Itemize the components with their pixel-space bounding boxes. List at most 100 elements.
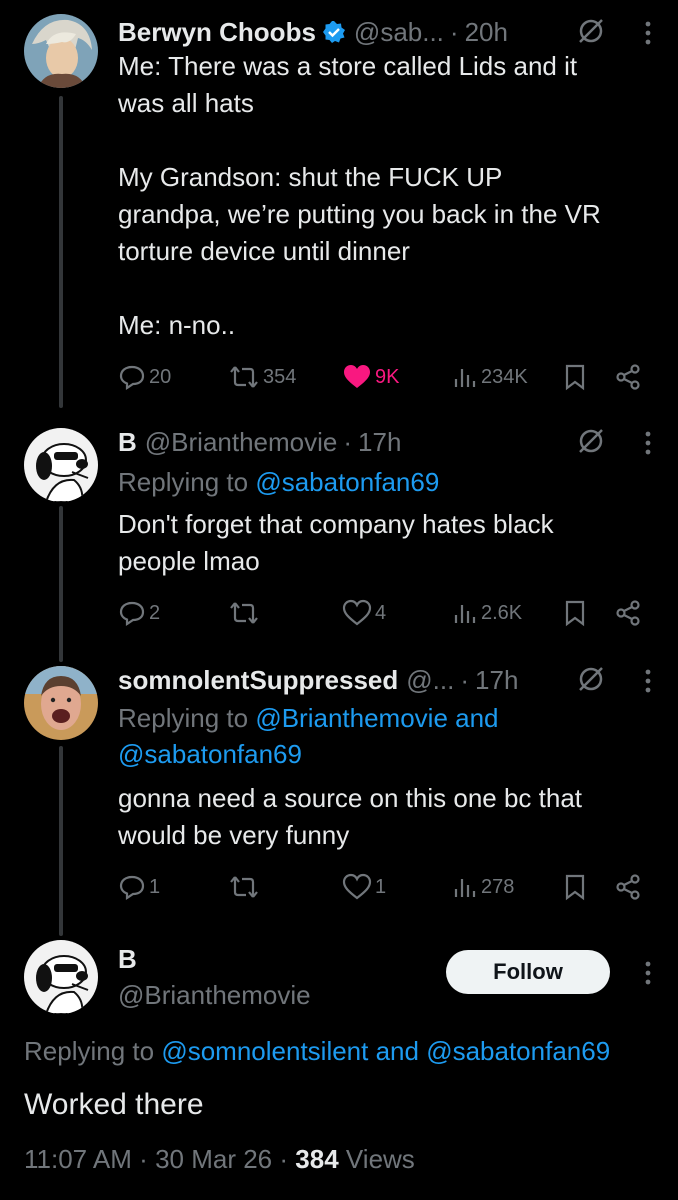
tweet-text: Me: There was a store called Lids and it… [118, 51, 601, 340]
verified-badge-icon [322, 20, 346, 44]
author-handle[interactable]: @Brianthemovie [145, 427, 338, 458]
mention-link[interactable]: @Brianthemovie and [255, 703, 498, 733]
like-count: 9K [375, 365, 400, 388]
heart-filled-icon [344, 365, 370, 388]
reply-icon [119, 601, 145, 627]
reply-button[interactable]: 1 [118, 873, 160, 901]
grok-icon[interactable] [576, 426, 606, 461]
bookmark-button[interactable] [564, 873, 586, 901]
grok-icon[interactable] [576, 16, 606, 51]
author-name[interactable]: B [118, 427, 137, 458]
views-count: 278 [481, 875, 515, 898]
tweet-time[interactable]: 17h [358, 427, 401, 458]
repost-button[interactable] [228, 873, 260, 901]
avatar-brian[interactable] [24, 940, 98, 1014]
replying-to-label: Replying to [118, 467, 256, 497]
more-options-icon[interactable] [644, 960, 652, 991]
action-bar: 1 1 278 [118, 870, 648, 904]
tweet-metadata: 11:07 AM · 30 Mar 26 · 384 Views [24, 1144, 415, 1175]
mention-link[interactable]: @sabatonfan69 [118, 739, 302, 769]
bookmark-icon [565, 364, 585, 391]
mention-link[interactable]: @somnolentsilent and @sabatonfan69 [161, 1036, 610, 1066]
bookmark-button[interactable] [564, 599, 586, 627]
more-options-icon[interactable] [644, 430, 652, 461]
views-count: 234K [481, 365, 528, 388]
separator-dot: · [139, 1144, 148, 1174]
avatar-brian[interactable] [24, 428, 98, 502]
views-label: Views [345, 1144, 415, 1174]
separator-dot: · [460, 664, 470, 695]
reply-button[interactable]: 2 [118, 599, 160, 627]
views-count: 2.6K [481, 601, 523, 624]
tweet-time[interactable]: 17h [475, 665, 518, 696]
author-handle[interactable]: @... [406, 665, 454, 696]
author-name[interactable]: B [118, 944, 137, 975]
share-icon [616, 600, 640, 626]
tweet-text: Don't forget that company hates black pe… [118, 509, 554, 576]
reply-count: 20 [149, 365, 172, 388]
bookmark-button[interactable] [564, 363, 586, 391]
share-button[interactable] [614, 363, 642, 391]
more-options-icon[interactable] [644, 668, 652, 699]
author-handle[interactable]: @sab... [354, 17, 444, 48]
repost-icon [230, 366, 258, 388]
views-icon [454, 605, 476, 623]
tweet-text: Worked there [24, 1088, 204, 1121]
views-button[interactable]: 2.6K [452, 599, 522, 627]
grok-icon[interactable] [576, 664, 606, 699]
reply-button[interactable]: 20 [118, 363, 171, 391]
like-button[interactable]: 9K [342, 363, 399, 391]
views-count: 384 [295, 1144, 339, 1174]
like-button[interactable]: 4 [342, 599, 386, 627]
share-button[interactable] [614, 873, 642, 901]
repost-icon [230, 876, 258, 898]
like-count: 1 [375, 875, 387, 898]
avatar-somnolent[interactable] [24, 666, 98, 740]
tweet-time[interactable]: 20h [465, 17, 508, 48]
bookmark-icon [565, 874, 585, 901]
share-button[interactable] [614, 599, 642, 627]
like-count: 4 [375, 601, 387, 624]
author-handle[interactable]: @Brianthemovie [118, 980, 311, 1011]
separator-dot: · [343, 426, 353, 457]
tweet-time[interactable]: 11:07 AM [24, 1144, 132, 1174]
repost-icon [230, 602, 258, 624]
share-icon [616, 364, 640, 390]
views-icon [454, 369, 476, 387]
repost-button[interactable] [228, 599, 260, 627]
views-button[interactable]: 278 [452, 873, 514, 901]
thread-line [59, 506, 63, 662]
tweet-1[interactable]: Berwyn Choobs @sab... · 20h Me: There wa… [0, 0, 678, 420]
share-icon [616, 874, 640, 900]
thread-line [59, 96, 63, 408]
mention-link[interactable]: @sabatonfan69 [255, 467, 439, 497]
heart-icon [342, 873, 372, 900]
reply-icon [119, 875, 145, 901]
repost-button[interactable]: 354 [228, 363, 296, 391]
replying-to: Replying to @somnolentsilent and @sabato… [24, 1036, 610, 1067]
views-button[interactable]: 234K [452, 363, 528, 391]
tweet-date[interactable]: 30 Mar 26 [155, 1144, 272, 1174]
reply-count: 1 [149, 875, 161, 898]
like-button[interactable]: 1 [342, 873, 386, 901]
replying-to-label: Replying to [118, 703, 256, 733]
tweet-2[interactable]: B @Brianthemovie · 17h Replying to @saba… [0, 420, 678, 662]
reply-icon [119, 365, 145, 391]
action-bar: 20 354 9K 234K [118, 360, 648, 394]
reply-count: 2 [149, 601, 161, 624]
repost-count: 354 [263, 365, 297, 388]
separator-dot: · [279, 1144, 289, 1174]
heart-icon [342, 599, 372, 626]
avatar-berwyn[interactable] [24, 14, 98, 88]
separator-dot: · [449, 16, 459, 47]
bookmark-icon [565, 600, 585, 627]
tweet-3[interactable]: somnolentSuppressed @... · 17h Replying … [0, 660, 678, 936]
author-name[interactable]: somnolentSuppressed [118, 665, 398, 696]
more-options-icon[interactable] [644, 20, 652, 51]
thread-line [59, 746, 63, 936]
views-icon [454, 879, 476, 897]
action-bar: 2 4 2.6K [118, 596, 648, 630]
follow-button[interactable]: Follow [446, 950, 610, 994]
author-name[interactable]: Berwyn Choobs [118, 17, 316, 48]
tweet-text: gonna need a source on this one bc that … [118, 783, 583, 850]
